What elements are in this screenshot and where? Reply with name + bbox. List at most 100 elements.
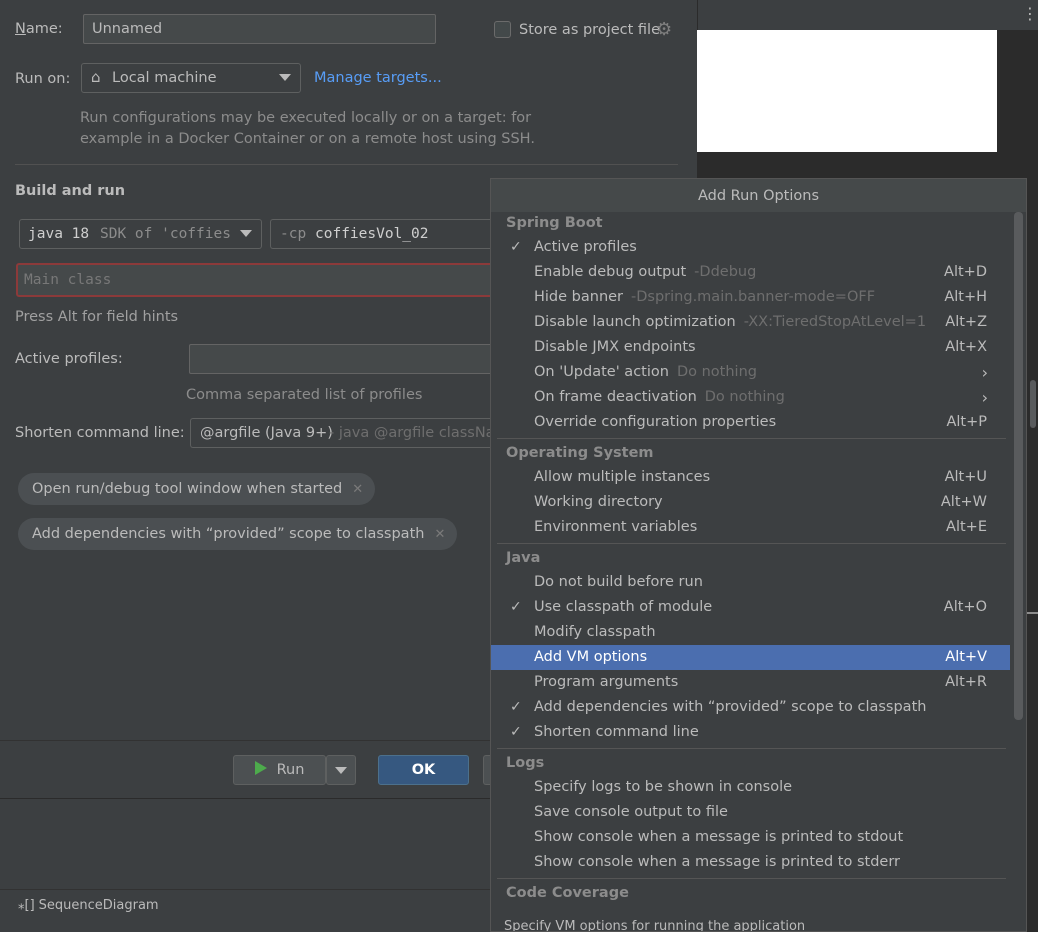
- shorten-command-line-label: Shorten command line:: [15, 425, 185, 441]
- option-hint: Do nothing: [676, 364, 757, 380]
- option-disable-jmx[interactable]: Disable JMX endpoints Alt+X: [491, 335, 1010, 360]
- home-icon: ⌂: [91, 68, 101, 86]
- chip-provided-scope[interactable]: Add dependencies with “provided” scope t…: [18, 518, 458, 550]
- sequence-diagram-label: SequenceDiagram: [38, 898, 159, 913]
- option-hide-banner[interactable]: Hide banner -Dspring.main.banner-mode=OFF…: [491, 285, 1010, 310]
- run-icon: [254, 761, 267, 775]
- option-label: Add VM options: [534, 649, 648, 665]
- option-label: Specify logs to be shown in console: [534, 779, 793, 795]
- option-shortcut: Alt+W: [940, 494, 987, 510]
- chevron-right-icon: ›: [981, 388, 988, 407]
- option-text: On frame deactivation: [534, 389, 697, 405]
- group-divider: [497, 748, 1006, 749]
- option-allow-multiple-instances[interactable]: Allow multiple instances Alt+U: [491, 465, 1010, 490]
- manage-targets-link[interactable]: Manage targets...: [314, 70, 442, 86]
- group-operating-system: Operating System: [506, 445, 654, 461]
- run-options-dropdown-button[interactable]: [326, 755, 356, 785]
- option-add-vm-options[interactable]: Add VM options Alt+V: [491, 645, 1010, 670]
- option-active-profiles[interactable]: ✓ Active profiles: [491, 235, 1010, 260]
- option-logs-in-console[interactable]: Specify logs to be shown in console: [491, 775, 1010, 800]
- group-code-coverage: Code Coverage: [506, 885, 629, 901]
- chevron-down-icon: [335, 767, 347, 774]
- active-profiles-label: Active profiles:: [15, 351, 123, 367]
- option-label: Enable debug output -Ddebug: [534, 260, 756, 285]
- option-do-not-build[interactable]: Do not build before run: [491, 570, 1010, 595]
- option-environment-variables[interactable]: Environment variables Alt+E: [491, 515, 1010, 540]
- option-shortcut: Alt+U: [944, 469, 987, 485]
- option-on-frame-deactivation[interactable]: On frame deactivation Do nothing ›: [491, 385, 1010, 410]
- option-shortcut: Alt+X: [945, 339, 987, 355]
- option-use-classpath-of-module[interactable]: ✓ Use classpath of module Alt+O: [491, 595, 1010, 620]
- name-field[interactable]: Unnamed: [83, 14, 436, 44]
- option-enable-debug-output[interactable]: Enable debug output -Ddebug Alt+D: [491, 260, 1010, 285]
- jdk-version: java 18: [28, 226, 90, 242]
- option-override-properties[interactable]: Override configuration properties Alt+P: [491, 410, 1010, 435]
- popup-scrollbar[interactable]: [1014, 212, 1023, 720]
- option-shortcut: Alt+P: [946, 414, 987, 430]
- editor-scrollbar[interactable]: [1030, 380, 1036, 428]
- run-button-label: Run: [276, 762, 305, 778]
- run-button[interactable]: Run: [233, 755, 326, 785]
- option-label: Disable JMX endpoints: [534, 339, 696, 355]
- option-shortcut: Alt+V: [945, 649, 987, 665]
- build-and-run-title: Build and run: [15, 183, 126, 199]
- run-on-dropdown[interactable]: ⌂ Local machine: [81, 63, 301, 93]
- option-provided-scope[interactable]: ✓ Add dependencies with “provided” scope …: [491, 695, 1010, 720]
- active-profiles-field[interactable]: [189, 344, 499, 374]
- option-label: On 'Update' action Do nothing: [534, 360, 757, 385]
- option-label: Active profiles: [534, 239, 637, 255]
- option-program-arguments[interactable]: Program arguments Alt+R: [491, 670, 1010, 695]
- option-label: Do not build before run: [534, 574, 703, 590]
- chevron-down-icon: [240, 230, 252, 237]
- option-working-directory[interactable]: Working directory Alt+W: [491, 490, 1010, 515]
- chevron-right-icon: ›: [981, 363, 988, 382]
- shorten-command-line-dropdown[interactable]: @argfile (Java 9+) - java @argfile class…: [190, 418, 498, 448]
- popup-title: Add Run Options: [491, 179, 1026, 212]
- option-disable-launch-optimization[interactable]: Disable launch optimization -XX:TieredSto…: [491, 310, 1010, 335]
- option-on-update-action[interactable]: On 'Update' action Do nothing ›: [491, 360, 1010, 385]
- classpath-module-dropdown[interactable]: -cp coffiesVol_02: [270, 219, 498, 249]
- jdk-description: SDK of 'coffies: [100, 226, 231, 242]
- shorten-hint: - java @argfile classNar: [329, 425, 498, 441]
- option-save-console-output[interactable]: Save console output to file: [491, 800, 1010, 825]
- option-shorten-command-line[interactable]: ✓ Shorten command line: [491, 720, 1010, 745]
- group-divider: [497, 438, 1006, 439]
- option-hint: -Dspring.main.banner-mode=OFF: [631, 289, 876, 305]
- name-label: Name:: [15, 21, 63, 37]
- option-label: Shorten command line: [534, 724, 699, 740]
- ok-button[interactable]: OK: [378, 755, 469, 785]
- close-icon[interactable]: ✕: [352, 482, 363, 497]
- sequence-diagram-tool[interactable]: ⁎[] SequenceDiagram: [18, 898, 159, 913]
- option-label: Hide banner -Dspring.main.banner-mode=OFF: [534, 285, 875, 310]
- active-profiles-hint: Comma separated list of profiles: [186, 387, 423, 403]
- option-label: On frame deactivation Do nothing: [534, 385, 785, 410]
- run-on-label: Run on:: [15, 71, 71, 87]
- option-console-stderr[interactable]: Show console when a message is printed t…: [491, 850, 1010, 875]
- option-label: Add dependencies with “provided” scope t…: [534, 699, 927, 715]
- main-class-field[interactable]: Main class: [16, 263, 496, 297]
- more-options-icon[interactable]: ⋮: [1022, 4, 1038, 24]
- preview-area: [697, 30, 997, 152]
- option-label: Show console when a message is printed t…: [534, 829, 904, 845]
- group-logs: Logs: [506, 755, 545, 771]
- close-icon[interactable]: ✕: [434, 527, 445, 542]
- chevron-down-icon: [279, 74, 291, 81]
- chip-open-tool-window[interactable]: Open run/debug tool window when started ✕: [18, 473, 376, 505]
- option-console-stdout[interactable]: Show console when a message is printed t…: [491, 825, 1010, 850]
- add-run-options-popup: Add Run Options Spring Boot ✓ Active prof…: [490, 178, 1027, 932]
- option-shortcut: Alt+H: [944, 289, 987, 305]
- store-as-project-file-label[interactable]: Store as project file: [519, 22, 660, 38]
- option-label: Save console output to file: [534, 804, 728, 820]
- option-hint: -XX:TieredStopAtLevel=1: [743, 314, 927, 330]
- store-as-project-file-checkbox[interactable]: [494, 21, 511, 38]
- option-modify-classpath[interactable]: Modify classpath: [491, 620, 1010, 645]
- jdk-dropdown[interactable]: java 18 SDK of 'coffies: [19, 219, 262, 249]
- field-hints-text: Press Alt for field hints: [15, 309, 179, 325]
- option-label: Allow multiple instances: [534, 469, 711, 485]
- check-icon: ✓: [510, 699, 522, 715]
- sequence-diagram-icon: ⁎[]: [18, 898, 35, 913]
- run-on-value: Local machine: [112, 70, 217, 86]
- gear-icon[interactable]: ⚙: [656, 19, 672, 40]
- group-spring-boot: Spring Boot: [506, 215, 603, 231]
- run-on-hint-line-1: Run configurations may be executed local…: [80, 110, 532, 126]
